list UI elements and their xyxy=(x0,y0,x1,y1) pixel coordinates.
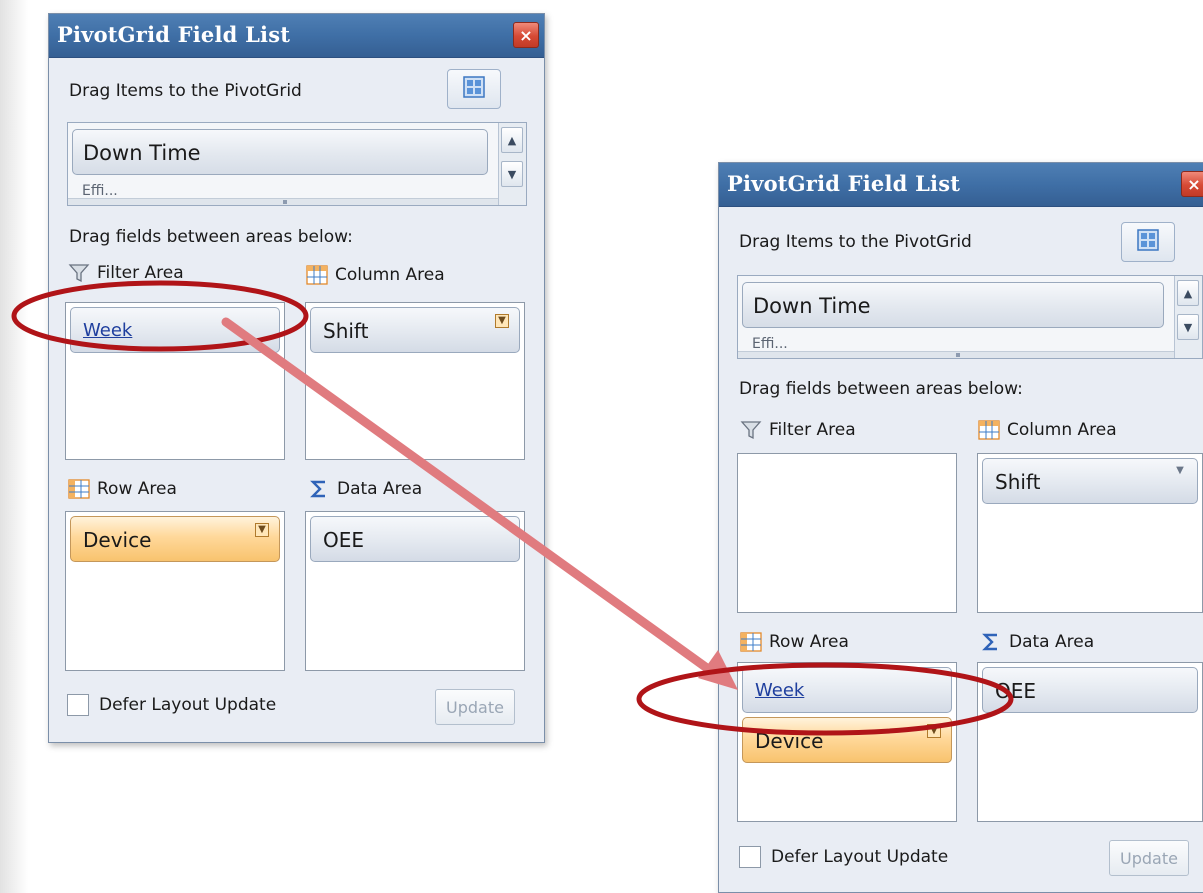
data-area-label: Data Area xyxy=(337,479,423,499)
field-chip-device[interactable]: Device ▼ xyxy=(70,516,280,562)
defer-layout-label: Defer Layout Update xyxy=(99,695,277,715)
field-chip-shift[interactable]: Shift ▼ xyxy=(982,458,1198,504)
layout-grid-icon xyxy=(1137,229,1159,255)
column-area-box[interactable]: Shift ▼ xyxy=(977,453,1203,613)
layout-button[interactable] xyxy=(447,69,501,109)
field-item-down-time[interactable]: Down Time xyxy=(742,282,1164,328)
column-area-header: Column Area xyxy=(977,419,1117,441)
horizontal-scrollbar[interactable] xyxy=(738,351,1174,358)
field-chip-shift[interactable]: Shift ▼ xyxy=(310,307,520,353)
row-area-label: Row Area xyxy=(97,479,177,499)
row-area-label: Row Area xyxy=(769,632,849,652)
filter-dropdown-icon[interactable]: ▼ xyxy=(255,523,269,537)
column-area-label: Column Area xyxy=(335,265,445,285)
column-area-label: Column Area xyxy=(1007,420,1117,440)
field-chip-label: Device xyxy=(83,528,152,552)
field-chip-oee[interactable]: OEE xyxy=(310,516,520,562)
data-area-box[interactable]: OEE xyxy=(305,511,525,671)
title-bar[interactable]: PivotGrid Field List × xyxy=(49,14,544,58)
filter-area-header: Filter Area xyxy=(739,419,856,441)
column-area-box[interactable]: Shift ▼ xyxy=(305,302,525,460)
chevron-down-icon: ▼ xyxy=(507,167,517,181)
row-grid-icon xyxy=(739,631,763,653)
field-chip-label: Shift xyxy=(995,470,1041,494)
funnel-icon xyxy=(67,262,91,284)
horizontal-scrollbar[interactable] xyxy=(68,198,498,205)
field-list-box[interactable]: Down Time Effi... ▲ ▼ xyxy=(737,275,1203,359)
field-chip-week[interactable]: Week xyxy=(742,667,952,713)
data-area-header: Data Area xyxy=(979,631,1094,653)
filter-area-label: Filter Area xyxy=(769,420,856,440)
sigma-icon xyxy=(307,478,331,500)
row-area-box[interactable]: Week Device ▼ xyxy=(737,662,957,822)
scroll-down-button[interactable]: ▼ xyxy=(1177,314,1199,340)
defer-layout-checkbox[interactable] xyxy=(739,846,761,868)
close-icon: × xyxy=(1187,174,1201,194)
drag-items-label: Drag Items to the PivotGrid xyxy=(69,81,302,101)
close-button[interactable]: × xyxy=(513,22,539,48)
column-area-header: Column Area xyxy=(305,264,445,286)
pivotgrid-field-list-panel-after: PivotGrid Field List × Drag Items to the… xyxy=(718,162,1203,893)
row-area-header: Row Area xyxy=(67,478,177,500)
drag-items-label: Drag Items to the PivotGrid xyxy=(739,232,972,252)
drag-fields-label: Drag fields between areas below: xyxy=(739,379,1023,399)
filter-area-box[interactable] xyxy=(737,453,957,613)
field-item-down-time[interactable]: Down Time xyxy=(72,129,488,175)
page-edge-shade xyxy=(0,0,28,893)
close-icon: × xyxy=(519,25,533,45)
defer-layout-label: Defer Layout Update xyxy=(771,847,949,867)
update-button[interactable]: Update xyxy=(1109,840,1189,876)
field-item-partial[interactable]: Effi... xyxy=(82,183,118,199)
chevron-up-icon: ▲ xyxy=(1183,286,1193,300)
panel-title: PivotGrid Field List xyxy=(57,22,291,47)
scroll-up-button[interactable]: ▲ xyxy=(501,127,523,153)
filter-area-box[interactable]: Week xyxy=(65,302,285,460)
update-button[interactable]: Update xyxy=(435,689,515,725)
filter-dropdown-icon[interactable]: ▼ xyxy=(495,314,509,328)
row-area-box[interactable]: Device ▼ xyxy=(65,511,285,671)
filter-dropdown-icon[interactable]: ▼ xyxy=(927,724,941,738)
field-chip-week[interactable]: Week xyxy=(70,307,280,353)
chevron-up-icon: ▲ xyxy=(507,133,517,147)
title-bar[interactable]: PivotGrid Field List × xyxy=(719,163,1203,207)
panel-title: PivotGrid Field List xyxy=(727,171,961,196)
filter-area-label: Filter Area xyxy=(97,263,184,283)
data-area-box[interactable]: OEE xyxy=(977,662,1203,822)
scroll-thumb[interactable] xyxy=(956,353,960,357)
layout-button[interactable] xyxy=(1121,222,1175,262)
row-grid-icon xyxy=(67,478,91,500)
vertical-scrollbar[interactable]: ▲ ▼ xyxy=(498,123,526,205)
field-chip-oee[interactable]: OEE xyxy=(982,667,1198,713)
column-grid-icon xyxy=(305,264,329,286)
data-area-label: Data Area xyxy=(1009,632,1095,652)
filter-dropdown-icon[interactable]: ▼ xyxy=(1173,465,1187,479)
defer-layout-checkbox[interactable] xyxy=(67,694,89,716)
data-area-header: Data Area xyxy=(307,478,422,500)
scroll-up-button[interactable]: ▲ xyxy=(1177,280,1199,306)
funnel-icon xyxy=(739,419,763,441)
field-item-partial[interactable]: Effi... xyxy=(752,336,788,352)
field-chip-device[interactable]: Device ▼ xyxy=(742,717,952,763)
chevron-down-icon: ▼ xyxy=(1183,320,1193,334)
row-area-header: Row Area xyxy=(739,631,849,653)
scroll-thumb[interactable] xyxy=(283,200,287,204)
scroll-down-button[interactable]: ▼ xyxy=(501,161,523,187)
layout-grid-icon xyxy=(463,76,485,102)
field-chip-label: Device xyxy=(755,729,824,753)
field-chip-label: Shift xyxy=(323,319,369,343)
filter-area-header: Filter Area xyxy=(67,262,184,284)
pivotgrid-field-list-panel-before: PivotGrid Field List × Drag Items to the… xyxy=(48,13,545,743)
sigma-icon xyxy=(979,631,1003,653)
column-grid-icon xyxy=(977,419,1001,441)
drag-fields-label: Drag fields between areas below: xyxy=(69,227,353,247)
close-button[interactable]: × xyxy=(1181,171,1203,197)
vertical-scrollbar[interactable]: ▲ ▼ xyxy=(1174,276,1202,358)
field-list-box[interactable]: Down Time Effi... ▲ ▼ xyxy=(67,122,527,206)
